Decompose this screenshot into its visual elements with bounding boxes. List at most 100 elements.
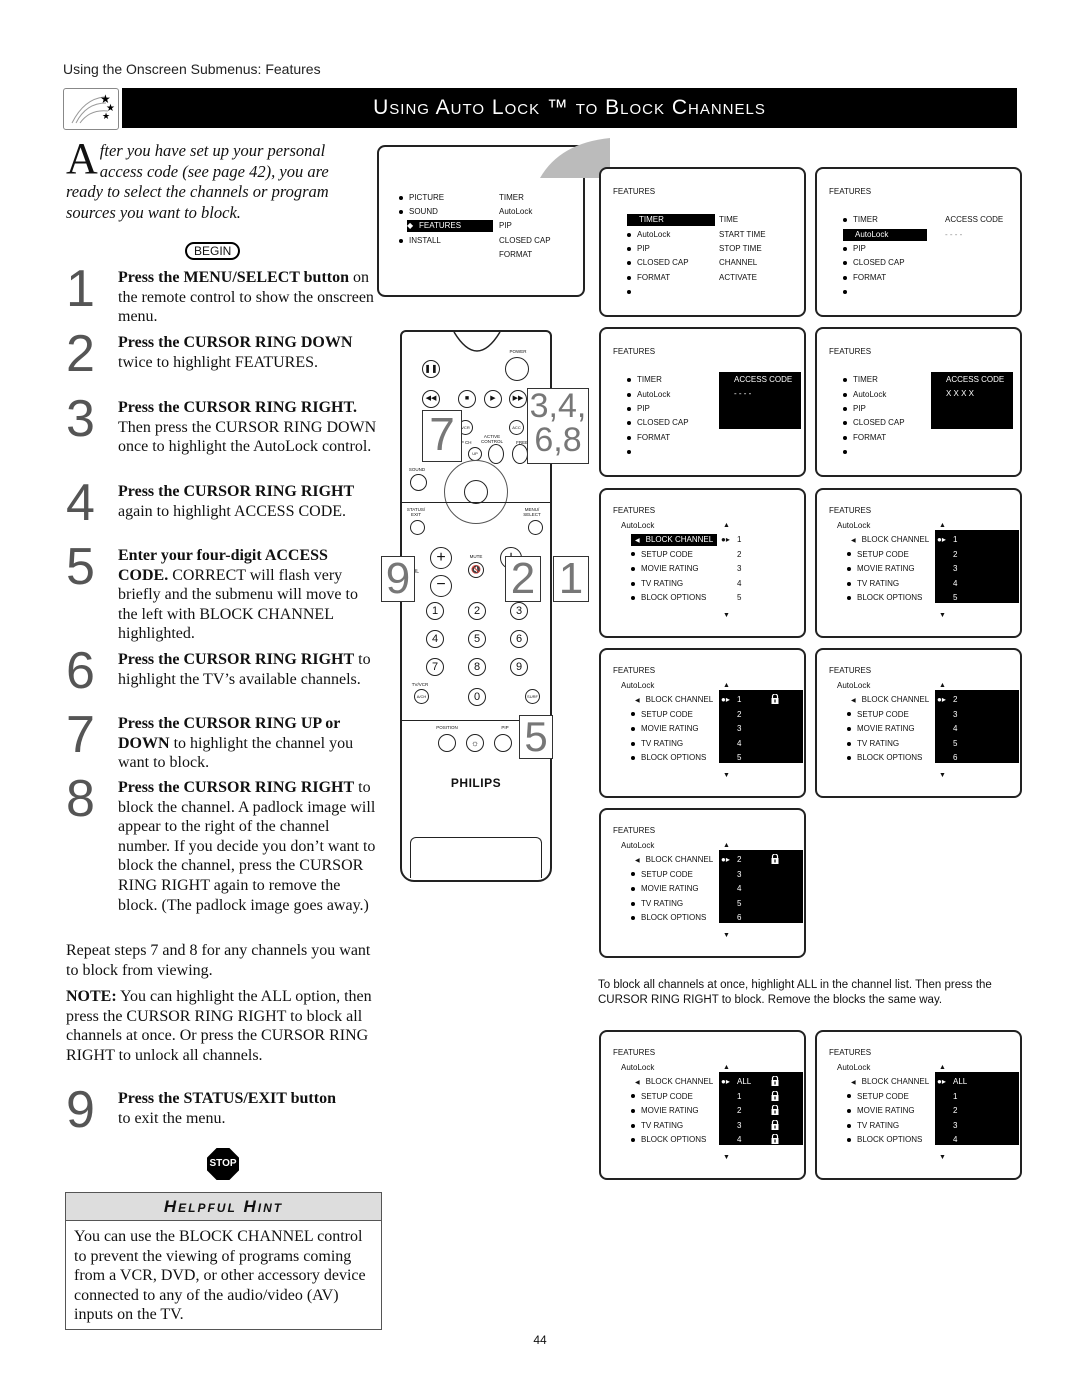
number-key[interactable]: 7 — [426, 658, 444, 676]
step-bold: Press the CURSOR RING RIGHT. — [118, 399, 357, 416]
channel-number: 3 — [953, 709, 958, 719]
hint-text: You can use the BLOCK CHANNEL control to… — [74, 1228, 366, 1324]
channel-number: 6 — [737, 913, 742, 923]
play-button[interactable]: ▶ — [484, 390, 502, 408]
menu-item: TV RATING — [847, 1120, 899, 1132]
menu-select-button[interactable] — [528, 520, 543, 535]
timer-sub-item: STOP TIME — [719, 244, 762, 253]
channel-number: ALL — [953, 1077, 968, 1086]
number-key[interactable]: 8 — [468, 658, 486, 676]
rewind-button[interactable]: ◀◀ — [422, 390, 440, 408]
channel-number: 6 — [953, 753, 958, 763]
screen-title: FEATURES — [613, 666, 656, 675]
menu-item: TV RATING — [631, 738, 683, 750]
channel-number: 1 — [737, 1091, 742, 1101]
step-text: twice to highlight FEATURES. — [118, 353, 318, 371]
channel-number: 5 — [737, 753, 742, 763]
number-key[interactable]: 4 — [426, 630, 444, 648]
pause-button[interactable]: ❚❚ — [422, 360, 440, 378]
screen-title: FEATURES — [829, 1048, 872, 1057]
menu-item: MOVIE RATING — [847, 723, 915, 735]
callout-step-5: 5 — [519, 715, 553, 759]
remote-divider — [402, 502, 550, 503]
number-key[interactable]: 3 — [510, 602, 528, 620]
volume-down-button[interactable]: − — [430, 575, 452, 597]
a-ch-button[interactable]: A/CH — [414, 689, 429, 704]
menu-item-block-channel: ◀ BLOCK CHANNEL — [635, 1077, 714, 1086]
menu-item: PIP — [627, 403, 650, 415]
acc-button[interactable]: ACC — [509, 420, 524, 435]
callout-step-7: 7 — [422, 410, 462, 462]
menu-item-block-channel: ◀ BLOCK CHANNEL — [631, 534, 718, 546]
cursor-ring-center[interactable] — [464, 480, 488, 504]
volume-up-button[interactable]: + — [430, 547, 452, 569]
menu-item-empty — [843, 286, 853, 298]
menu-item: AutoLock — [843, 389, 886, 401]
padlock-icon — [771, 1104, 779, 1117]
status-exit-button[interactable] — [410, 520, 425, 535]
menu-item: BLOCK OPTIONS — [847, 1134, 922, 1146]
power-button[interactable] — [505, 357, 529, 381]
padlock-icon — [771, 1133, 779, 1146]
number-key[interactable]: 5 — [468, 630, 486, 648]
menu-item: SETUP CODE — [631, 1091, 693, 1103]
light-button[interactable]: ☼ — [466, 734, 484, 752]
step-number: 3 — [66, 390, 95, 448]
hint-title: Helpful Hint — [66, 1193, 381, 1221]
screen-title: FEATURES — [829, 666, 872, 675]
active-control-button[interactable] — [488, 444, 504, 464]
pip-ch-up-button[interactable]: UP — [468, 447, 482, 461]
scroll-down-arrow-icon: ▼ — [723, 932, 730, 939]
number-key[interactable]: 2 — [468, 602, 486, 620]
pip-label: PIP — [501, 725, 509, 730]
fast-forward-button[interactable]: ▶▶ — [509, 390, 527, 408]
screen-title: FEATURES — [613, 826, 656, 835]
step-bold: Press the MENU/SELECT button — [118, 269, 349, 286]
access-code-value: - - - - — [734, 389, 752, 398]
step-1: 1 Press the MENU/SELECT button on the rem… — [66, 263, 381, 327]
menu-item: TIMER — [627, 374, 662, 386]
channel-number: 3 — [737, 724, 742, 734]
surf-button[interactable]: SURF — [525, 689, 540, 704]
menu-item: CLOSED CAP — [627, 257, 689, 269]
screen-title: FEATURES — [613, 187, 656, 196]
position-button[interactable] — [438, 734, 456, 752]
stop-sign-icon: STOP — [207, 1148, 239, 1180]
position-label: POSITION — [436, 725, 458, 730]
number-key[interactable]: 0 — [468, 688, 486, 706]
menu-item: MOVIE RATING — [631, 563, 699, 575]
submenu-item: FORMAT — [499, 250, 533, 259]
screen-subtitle: AutoLock — [837, 681, 871, 690]
channel-list-box — [935, 690, 1019, 763]
menu-item: CLOSED CAP — [627, 417, 689, 429]
channel-number: 5 — [737, 898, 742, 908]
channel-number: 1 — [737, 695, 742, 704]
channel-number: 2 — [737, 709, 742, 719]
freeze-button[interactable] — [512, 444, 528, 464]
autolock-screen-g: FEATURES AutoLock ▲ ▼ ◀ BLOCK CHANNEL ●▸ ALL SET… — [815, 1030, 1022, 1180]
padlock-icon — [771, 1075, 779, 1088]
menu-item: BLOCK OPTIONS — [631, 592, 706, 604]
menu-item: BLOCK OPTIONS — [847, 752, 922, 764]
block-all-caption: To block all channels at once, highlight… — [598, 979, 992, 1006]
channel-number: 3 — [737, 564, 742, 574]
repeat-note: Repeat steps 7 and 8 for any channels yo… — [66, 942, 371, 979]
number-key[interactable]: 9 — [510, 658, 528, 676]
number-key[interactable]: 6 — [510, 630, 528, 648]
pip-button[interactable] — [494, 734, 512, 752]
menu-item: TIMER — [843, 214, 878, 226]
mute-button[interactable]: 🔇 — [468, 562, 484, 578]
page-number: 44 — [533, 1333, 547, 1347]
menu-item-sound: SOUND — [399, 206, 438, 218]
intro-text: fter you have set up your personal acces… — [66, 141, 329, 222]
menu-item: SETUP CODE — [847, 709, 909, 721]
sound-button[interactable] — [410, 474, 427, 491]
scroll-down-arrow-icon: ▼ — [723, 772, 730, 779]
helpful-hint-box: Helpful Hint You can use the BLOCK CHANN… — [65, 1192, 382, 1330]
number-key[interactable]: 1 — [426, 602, 444, 620]
screen-title: FEATURES — [829, 347, 872, 356]
channel-number: 2 — [953, 695, 958, 704]
menu-item-empty — [627, 286, 637, 298]
stop-button[interactable]: ■ — [458, 390, 476, 408]
cursor-ring-icon: ●▸ — [937, 1077, 946, 1086]
